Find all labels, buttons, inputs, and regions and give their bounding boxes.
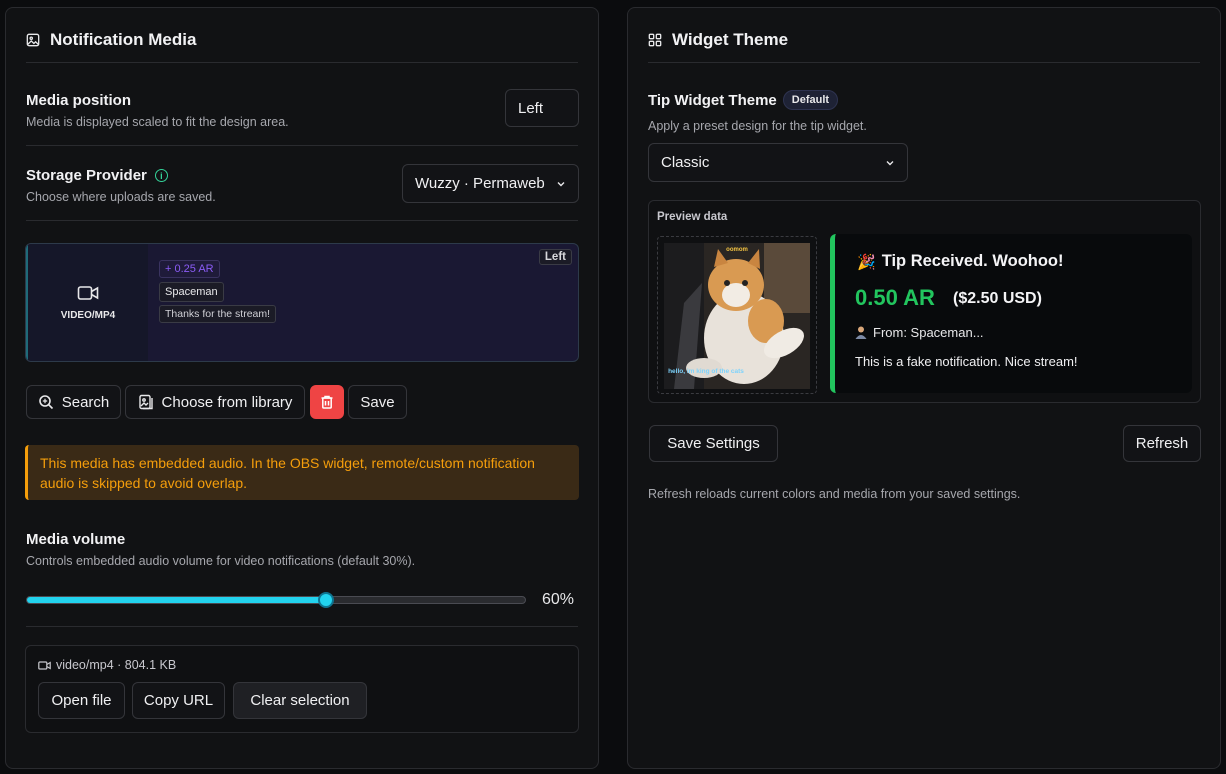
media-preview-frame: oomom hello, im king of the cats xyxy=(657,236,817,394)
panel-title-text: Notification Media xyxy=(50,30,197,49)
default-badge: Default xyxy=(782,90,839,110)
open-file-button[interactable]: Open file xyxy=(38,682,125,719)
preview-name: Spaceman xyxy=(159,282,224,302)
search-button[interactable]: Search xyxy=(26,385,121,419)
choose-from-library-label: Choose from library xyxy=(161,393,293,411)
video-camera-icon xyxy=(38,660,51,670)
search-icon xyxy=(38,395,53,410)
media-volume-label: Media volume xyxy=(26,531,126,548)
notification-media-panel: Notification Media Media position Media … xyxy=(5,7,599,769)
media-position-select[interactable]: Left xyxy=(505,89,579,127)
slider-thumb[interactable] xyxy=(317,592,334,608)
divider xyxy=(26,62,578,63)
theme-select-value: Classic xyxy=(661,154,710,171)
media-volume-slider[interactable] xyxy=(26,592,526,608)
position-badge: Left xyxy=(538,249,572,265)
person-icon xyxy=(855,326,867,339)
gif-bottom-caption: hello, im king of the cats xyxy=(668,368,744,375)
refresh-button[interactable]: Refresh xyxy=(1123,425,1201,462)
embedded-audio-warning: This media has embedded audio. In the OB… xyxy=(25,445,579,500)
media-volume-value: 60% xyxy=(542,591,575,608)
divider xyxy=(26,626,578,627)
file-info-text: video/mp4 · 804.1 KB xyxy=(56,658,177,672)
storage-provider-label-text: Storage Provider xyxy=(26,167,147,184)
tip-notification-card: 🎉 Tip Received. Woohoo! 0.50 AR ($2.50 U… xyxy=(830,234,1192,393)
widget-theme-panel: Widget Theme Tip Widget Theme Default Ap… xyxy=(627,7,1221,769)
divider xyxy=(26,145,578,146)
image-icon xyxy=(26,33,40,47)
tip-message: This is a fake notification. Nice stream… xyxy=(855,354,1078,369)
copy-url-button[interactable]: Copy URL xyxy=(132,682,225,719)
storage-provider-select[interactable]: Wuzzy · Permaweb xyxy=(402,164,579,203)
delete-button[interactable] xyxy=(310,385,344,419)
panel-title-notification-media: Notification Media xyxy=(26,30,196,50)
tip-amount: 0.50 AR xyxy=(855,285,935,310)
video-camera-icon xyxy=(77,286,99,300)
party-popper-icon: 🎉 xyxy=(857,253,876,271)
gif-top-caption: oomom xyxy=(726,247,748,253)
preview-amount: + 0.25 AR xyxy=(159,260,220,278)
info-icon[interactable]: i xyxy=(154,169,168,182)
library-icon xyxy=(138,394,153,410)
divider xyxy=(26,220,578,221)
theme-select[interactable]: Classic xyxy=(648,143,908,182)
tip-widget-theme-label: Tip Widget Theme Default xyxy=(648,90,839,110)
choose-from-library-button[interactable]: Choose from library xyxy=(125,385,305,419)
storage-provider-label: Storage Provider i xyxy=(26,167,168,184)
storage-provider-description: Choose where uploads are saved. xyxy=(26,190,216,204)
save-settings-button[interactable]: Save Settings xyxy=(649,425,778,462)
storage-provider-value: Wuzzy · Permaweb xyxy=(415,175,545,192)
panel-title-widget-theme: Widget Theme xyxy=(648,30,788,50)
media-position-label: Media position xyxy=(26,92,131,109)
slider-fill xyxy=(27,597,326,603)
tip-title-text: Tip Received. Woohoo! xyxy=(881,252,1064,270)
tip-widget-theme-label-text: Tip Widget Theme xyxy=(648,91,777,109)
preview-data-box: Preview data oomom hello, im king of the… xyxy=(648,200,1201,403)
file-info: video/mp4 · 804.1 KB xyxy=(38,658,176,672)
trash-icon xyxy=(321,395,333,409)
cat-illustration: oomom hello, im king of the cats xyxy=(664,243,810,389)
tip-from: From: Spaceman... xyxy=(855,325,984,340)
divider xyxy=(648,62,1200,63)
search-button-label: Search xyxy=(61,393,110,411)
tip-from-text: From: Spaceman... xyxy=(873,325,984,340)
grid-icon xyxy=(648,33,662,47)
media-volume-description: Controls embedded audio volume for video… xyxy=(26,554,416,568)
selected-file-box: video/mp4 · 804.1 KB Open file Copy URL … xyxy=(25,645,579,733)
chevron-down-icon xyxy=(557,181,565,186)
media-placeholder: VIDEO/MP4 xyxy=(26,244,148,361)
preview-message: Thanks for the stream! xyxy=(159,305,277,323)
tip-usd-amount: ($2.50 USD) xyxy=(953,290,1042,307)
save-button[interactable]: Save xyxy=(348,385,407,419)
media-position-description: Media is displayed scaled to fit the des… xyxy=(26,115,289,129)
clear-selection-button[interactable]: Clear selection xyxy=(233,682,367,719)
preview-data-label: Preview data xyxy=(657,211,728,223)
notification-preview: VIDEO/MP4 + 0.25 AR Spaceman Thanks for … xyxy=(25,243,579,362)
panel-title-text: Widget Theme xyxy=(672,30,789,49)
tip-title: 🎉 Tip Received. Woohoo! xyxy=(857,252,1064,271)
tip-widget-theme-description: Apply a preset design for the tip widget… xyxy=(648,119,867,133)
cat-gif-image: oomom hello, im king of the cats xyxy=(664,243,810,389)
refresh-note: Refresh reloads current colors and media… xyxy=(648,487,1021,501)
chevron-down-icon xyxy=(886,160,894,165)
media-type-label: VIDEO/MP4 xyxy=(60,310,116,321)
